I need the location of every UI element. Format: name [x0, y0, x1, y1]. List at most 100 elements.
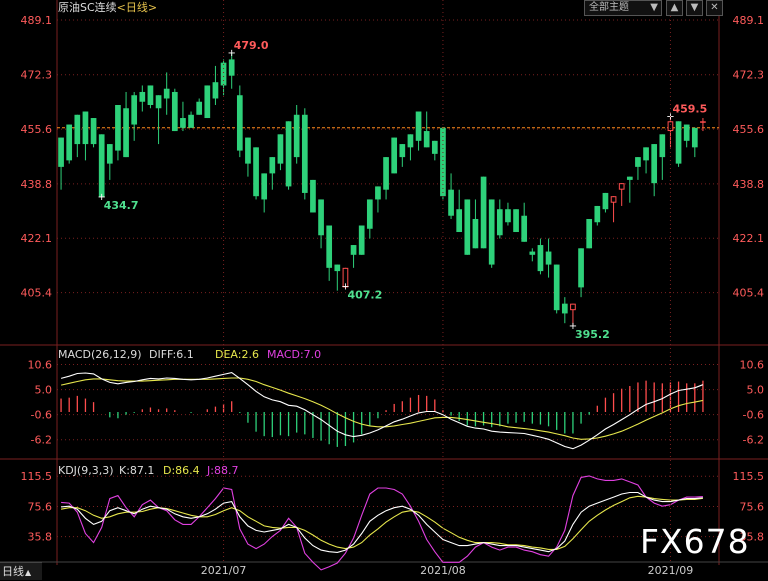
period-button-label: 日线 — [2, 565, 24, 578]
candle-body — [82, 111, 89, 145]
macd-tick-label-left: 5.0 — [35, 384, 53, 397]
candle-body — [635, 157, 641, 167]
candle-body — [399, 144, 406, 158]
macd-legend-item: MACD:7.0 — [267, 348, 321, 361]
theme-dropdown[interactable]: 全部主题 ▼ — [584, 0, 662, 16]
close-button[interactable]: ✕ — [706, 0, 723, 16]
candle-body — [310, 179, 316, 213]
diff-line — [60, 372, 704, 450]
candle-body — [553, 264, 560, 311]
candle-body — [269, 157, 276, 174]
extreme-label: 434.7 — [104, 199, 139, 212]
candle-body — [171, 91, 178, 132]
period-button[interactable]: 日线▲ — [0, 562, 42, 580]
candle-body — [180, 118, 186, 128]
triangle-down-icon: ▼ — [650, 2, 658, 13]
candle-body — [236, 95, 243, 151]
macd-legend-item: MACD(26,12,9) — [58, 348, 142, 361]
candle-body — [106, 144, 113, 164]
candle-body — [700, 121, 706, 123]
candle-body — [115, 105, 121, 151]
candle-body — [659, 134, 666, 158]
macd-tick-label-right: -6.2 — [743, 434, 764, 447]
candle-body — [334, 264, 341, 272]
candle-body — [431, 140, 438, 154]
price-tick-label-left: 472.3 — [21, 69, 53, 82]
candle-body — [691, 127, 698, 148]
candle-body — [570, 303, 576, 311]
candle-body — [505, 209, 511, 223]
extreme-label: 479.0 — [234, 39, 269, 52]
candle-body — [496, 209, 503, 236]
candle-body — [415, 111, 422, 141]
candle-body — [228, 59, 235, 76]
candle-body — [643, 147, 649, 161]
candle-body — [196, 101, 203, 115]
price-tick-label-left: 405.4 — [21, 287, 53, 300]
candle-body — [423, 131, 430, 148]
kdj-legend-item: J:88.7 — [206, 464, 238, 477]
candle-body — [301, 114, 308, 193]
macd-legend-item: DEA:2.6 — [215, 348, 259, 361]
k-line — [61, 491, 703, 553]
candle-body — [480, 176, 487, 249]
candle-body — [188, 114, 194, 128]
candle-body — [391, 137, 398, 174]
candle-body — [407, 134, 414, 148]
price-tick-label-left: 455.6 — [21, 123, 53, 136]
candle-body — [261, 173, 268, 200]
chevron-up-icon: ▲ — [670, 2, 679, 13]
chart-header: 原油SC连续<日线> — [58, 0, 161, 16]
close-icon: ✕ — [710, 2, 719, 13]
watermark: FX678 — [640, 522, 750, 561]
candle-body — [277, 134, 284, 164]
candle-body — [488, 199, 495, 265]
candle-body — [561, 303, 568, 314]
candle-body — [529, 251, 536, 255]
macd-tick-label-left: -0.6 — [31, 409, 52, 422]
chart-canvas: 489.1 489.1 472.3 472.3 455.6 455.6 438.8 438.8… — [0, 0, 768, 577]
chevron-down-icon: ▼ — [690, 2, 699, 13]
candle-body — [98, 134, 105, 198]
candle-body — [220, 62, 227, 86]
candle-body — [513, 209, 519, 233]
price-tick-label-right: 405.4 — [733, 287, 765, 300]
price-tick-label-left: 489.1 — [21, 14, 53, 27]
candle-body — [594, 205, 601, 223]
candle-body — [326, 225, 333, 268]
dea-line — [60, 377, 704, 440]
candle-body — [383, 157, 389, 190]
candle-body — [456, 209, 463, 233]
candle-body — [147, 85, 154, 106]
candle-body — [285, 121, 292, 187]
scroll-up-button[interactable]: ▲ — [666, 0, 683, 16]
candle-body — [626, 176, 633, 180]
kdj-tick-label-right: 115.5 — [733, 470, 765, 483]
macd-tick-label-right: 10.6 — [740, 359, 765, 372]
j-line — [61, 475, 703, 571]
candle-body — [293, 114, 300, 158]
scroll-down-button[interactable]: ▼ — [686, 0, 703, 16]
kdj-legend-item: D:86.4 — [163, 464, 200, 477]
candle-body — [667, 121, 674, 132]
date-tick-label: 2021/07 — [201, 564, 247, 577]
candle-body — [440, 127, 446, 197]
symbol-title: 原油SC连续 — [58, 1, 117, 14]
candle-body — [358, 225, 365, 255]
date-tick-label: 2021/08 — [420, 564, 466, 577]
candle-body — [74, 114, 81, 145]
period-label: <日线> — [116, 1, 158, 14]
candle-body — [683, 124, 690, 141]
price-tick-label-left: 438.8 — [21, 178, 53, 191]
candle-body — [472, 218, 479, 249]
candle-body — [139, 91, 146, 102]
candle-body — [123, 108, 129, 158]
candle-body — [163, 88, 170, 99]
candle-body — [464, 199, 471, 255]
extreme-label: 407.2 — [347, 289, 382, 302]
candle-body — [245, 137, 251, 164]
candle-body — [58, 137, 64, 167]
macd-legend-item: DIFF:6.1 — [149, 348, 194, 361]
extreme-label: 395.2 — [575, 328, 610, 341]
price-tick-label-right: 472.3 — [733, 69, 765, 82]
